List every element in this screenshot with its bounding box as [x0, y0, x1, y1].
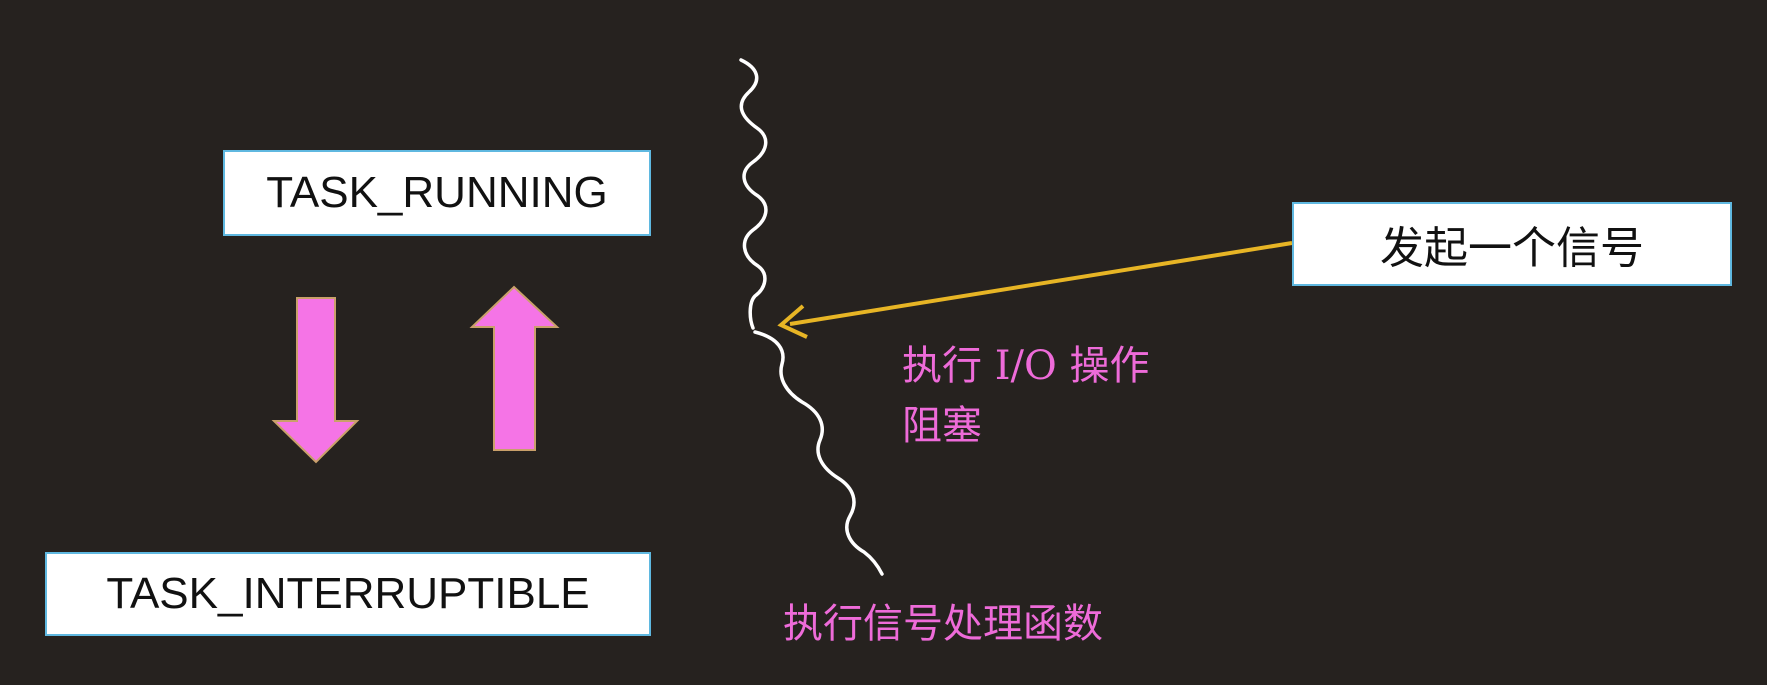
up-arrow — [469, 285, 560, 451]
down-arrow — [271, 297, 360, 464]
task-interruptible-state: TASK_INTERRUPTIBLE — [45, 552, 651, 636]
signal-arrow-shaft — [789, 241, 1293, 326]
send-signal-box: 发起一个信号 — [1292, 202, 1732, 286]
task-running-state: TASK_RUNNING — [223, 150, 651, 236]
signal-handler-caption: 执行信号处理函数 — [783, 601, 1103, 647]
execution-line-upper — [739, 58, 768, 330]
io-operation-caption: 执行 I/O 操作 — [902, 343, 1150, 389]
blocked-caption: 阻塞 — [902, 403, 982, 449]
execution-line-lower — [753, 330, 884, 576]
